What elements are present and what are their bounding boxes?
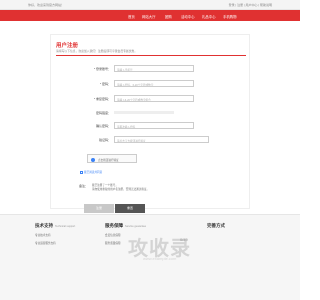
- footer-col-support: 技术支持 Technical support 专业技术支持 专业运营服务支持: [35, 223, 75, 245]
- form-row-password: * 密码： 请输入密码，6-20个字符或数字: [51, 80, 251, 87]
- register-hint: 请填写以下信息，欢迎加入我们！注册后即可享受会员专属优惠。: [56, 49, 138, 53]
- password-input[interactable]: 请输入密码，6-20个字符或数字: [114, 80, 194, 87]
- welcome-text: 你好，欢迎来到官方网站！: [28, 3, 65, 7]
- account-input[interactable]: 请输入手机号: [114, 65, 194, 72]
- footer-title: 完善方式: [207, 223, 225, 228]
- register-card: 用户注册 请填写以下信息，欢迎加入我们！注册后即可享受会员专属优惠。 * 登录账…: [50, 34, 250, 209]
- account-label: * 登录账号：: [93, 67, 111, 71]
- code-label: 验证码：: [98, 138, 111, 142]
- footer-subtitle: Service guarantee: [125, 225, 147, 228]
- form-row-account: * 登录账号： 请输入手机号: [51, 65, 251, 72]
- nav-item-home[interactable]: 首页: [128, 14, 135, 19]
- agree-checkbox[interactable]: 我已阅读并同意: [80, 170, 102, 174]
- nav-item-group[interactable]: 团购: [165, 14, 172, 19]
- checkbox-icon: [80, 170, 83, 174]
- top-links[interactable]: 登录 | 注册 | 用户中心 | 帮助说明: [229, 3, 272, 7]
- form-row-repeat: * 重复密码： 请输入6-20个字符或数字组合: [51, 95, 251, 102]
- nav-item-mobile[interactable]: 手机购物: [223, 14, 237, 19]
- captcha-text: 点击按钮进行验证: [98, 159, 119, 162]
- code-input[interactable]: 请点击下方按钮进行验证: [114, 136, 209, 143]
- note-label: 备注：: [79, 184, 89, 188]
- nav-item-hall[interactable]: 网站大厅: [142, 14, 156, 19]
- note-text: 我已注册了一个账号， 请勿使用重复的用户名注册，否则无法通过验证。: [92, 184, 149, 192]
- strength-label: 密码强度：: [95, 111, 111, 115]
- password-label: * 密码：: [99, 82, 111, 86]
- register-button[interactable]: 注册: [84, 204, 114, 213]
- footer-col-ways: 完善方式: [207, 223, 225, 229]
- form-row-strength: 密码强度：: [51, 109, 251, 116]
- note-line: 请勿使用重复的用户名注册，否则无法通过验证。: [92, 188, 150, 191]
- footer-title: 服务保障: [105, 223, 123, 228]
- page-title: 用户注册: [56, 43, 79, 49]
- password-strength-bar: [114, 111, 174, 114]
- footer-link[interactable]: 专业技术支持: [35, 233, 75, 237]
- main-nav: 首页 网站大厅 团购 活动中心 礼品中心 手机购物: [0, 10, 300, 21]
- form-row-confirm: 确认密码： 请再次输入密码: [51, 122, 251, 129]
- top-bar: 你好，欢迎来到官方网站！ 登录 | 注册 | 用户中心 | 帮助说明: [0, 0, 300, 10]
- title-divider: [56, 55, 246, 56]
- repeat-password-input[interactable]: 请输入6-20个字符或数字组合: [114, 95, 194, 102]
- reset-button[interactable]: 重置: [115, 204, 145, 213]
- form-row-code: 验证码： 请点击下方按钮进行验证: [51, 136, 251, 143]
- footer-link[interactable]: 专业运营服务支持: [35, 241, 75, 245]
- agree-text: 我已阅读并同意: [84, 171, 103, 174]
- captcha-button[interactable]: 点击按钮进行验证: [87, 154, 137, 163]
- repeat-password-label: * 重复密码：: [93, 97, 111, 101]
- footer-title: 技术支持: [35, 223, 53, 228]
- nav-item-gift[interactable]: 礼品中心: [202, 14, 216, 19]
- nav-item-activity[interactable]: 活动中心: [181, 14, 195, 19]
- confirm-input[interactable]: 请再次输入密码: [114, 122, 194, 129]
- watermark-url: www.example.com: [143, 256, 177, 261]
- footer-subtitle: Technical support: [55, 225, 76, 228]
- captcha-dot-icon: [91, 157, 95, 162]
- confirm-label: 确认密码：: [95, 124, 111, 128]
